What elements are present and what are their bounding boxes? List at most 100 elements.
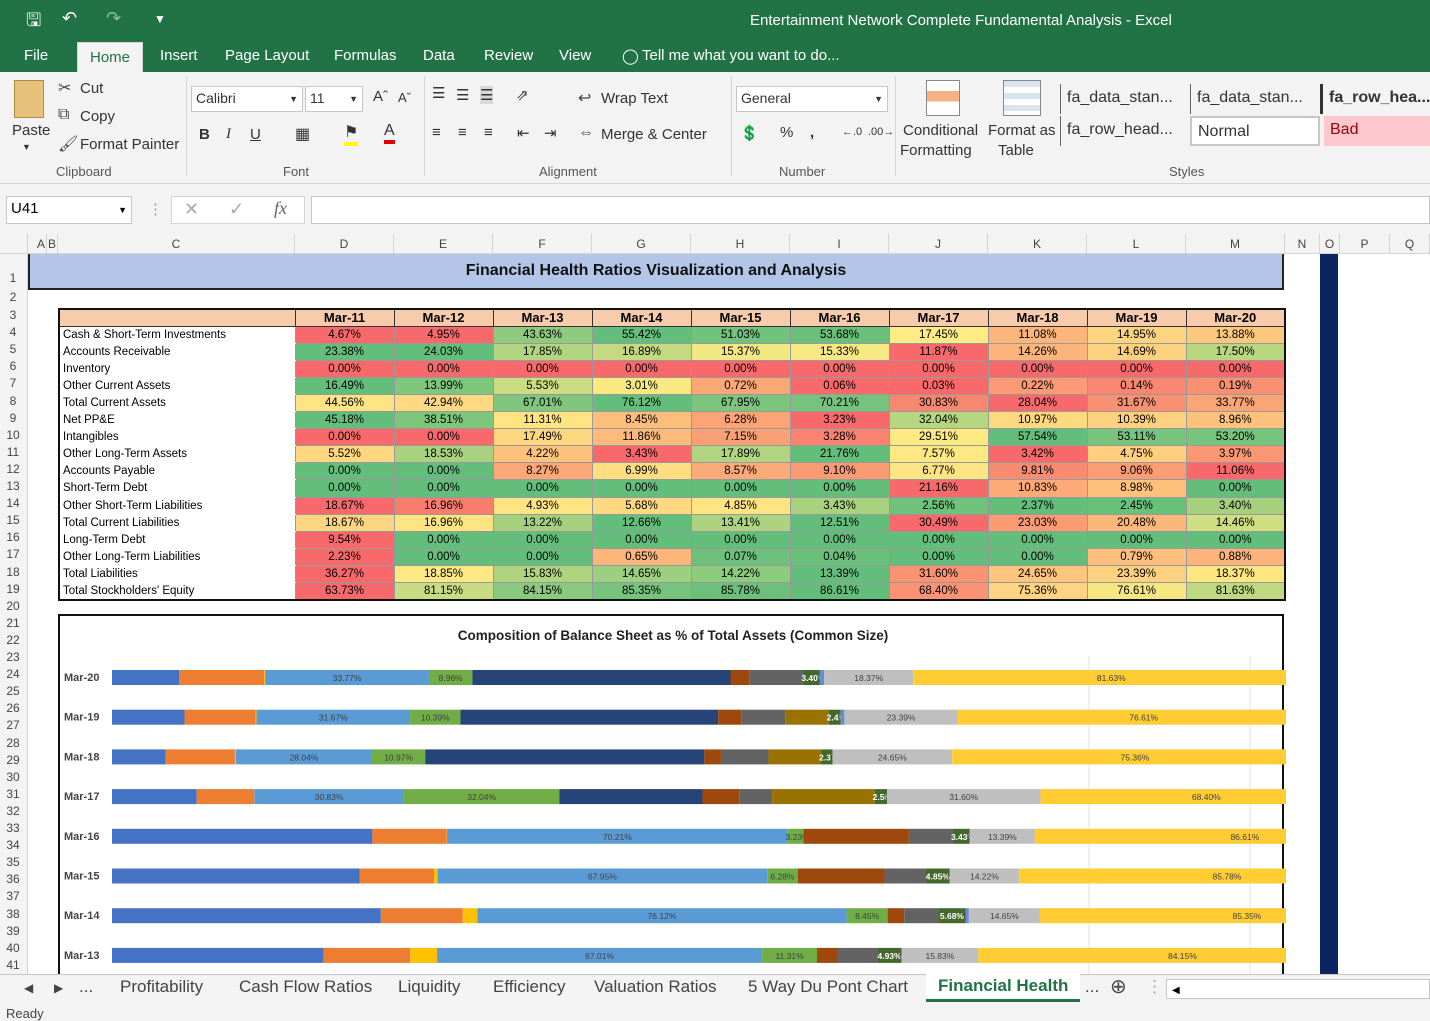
ratio-cell[interactable]: 24.65%	[987, 564, 1088, 584]
bar-segment[interactable]	[255, 709, 257, 725]
bar-segment[interactable]	[112, 947, 324, 963]
ratio-cell[interactable]: 18.67%	[294, 513, 395, 532]
ratio-cell[interactable]: 3.97%	[1185, 445, 1286, 464]
ratio-cell[interactable]: 45.18%	[294, 411, 395, 430]
ratio-cell[interactable]: 12.66%	[591, 513, 692, 532]
ratio-cell[interactable]: 23.03%	[987, 513, 1088, 532]
bar-segment[interactable]	[184, 709, 256, 725]
row-header-14[interactable]: 14	[0, 496, 26, 510]
bar-segment[interactable]	[112, 670, 180, 685]
ratio-cell[interactable]: 15.83%	[492, 564, 593, 584]
tab-file[interactable]: File	[24, 47, 48, 64]
grow-font-button[interactable]: Aˆ	[373, 88, 388, 105]
sheet-tab-valuation-ratios[interactable]: Valuation Ratios	[594, 977, 717, 997]
customize-qat-icon[interactable]: ▼	[154, 12, 166, 26]
ratio-cell[interactable]: 75.36%	[987, 581, 1088, 601]
ratio-cell[interactable]: 0.00%	[1086, 359, 1187, 378]
ratio-cell[interactable]: 3.01%	[591, 376, 692, 395]
name-box[interactable]: U41 ▼	[6, 196, 132, 224]
row-header-34[interactable]: 34	[0, 838, 26, 852]
cancel-icon[interactable]: ✕	[184, 199, 199, 220]
bar-segment[interactable]	[749, 670, 804, 685]
ratio-cell[interactable]: 6.77%	[888, 462, 989, 481]
shrink-font-button[interactable]: Aˇ	[398, 90, 411, 105]
bold-button[interactable]: B	[199, 126, 210, 143]
tab-review[interactable]: Review	[484, 47, 533, 64]
bar-segment[interactable]	[196, 789, 255, 805]
row-header-32[interactable]: 32	[0, 804, 26, 818]
ratio-cell[interactable]: 23.38%	[294, 342, 395, 361]
bar-segment[interactable]	[837, 947, 878, 963]
row-header-7[interactable]: 7	[0, 376, 26, 390]
sheet-tab-cash-flow-ratios[interactable]: Cash Flow Ratios	[239, 977, 372, 997]
formula-input[interactable]	[311, 196, 1430, 224]
ratio-cell[interactable]: 5.68%	[591, 496, 692, 515]
ratio-cell[interactable]: 53.11%	[1086, 428, 1187, 447]
style-fa-data-standard-2[interactable]: fa_data_stan...	[1190, 84, 1314, 114]
bar-segment[interactable]	[1040, 789, 1286, 805]
ratio-cell[interactable]: 0.00%	[987, 359, 1088, 378]
row-header-12[interactable]: 12	[0, 462, 26, 476]
row-label[interactable]: Accounts Payable	[58, 462, 296, 481]
conditional-formatting-label[interactable]: Conditional	[903, 122, 978, 139]
bar-segment[interactable]	[112, 868, 360, 884]
scroll-right-icon[interactable]: ▶	[54, 981, 63, 995]
ratio-cell[interactable]: 0.00%	[888, 530, 989, 549]
align-top-icon[interactable]: ☰	[432, 84, 445, 102]
bar-segment[interactable]	[112, 749, 166, 765]
bar-segment[interactable]	[410, 947, 438, 963]
more-tabs-left[interactable]: ...	[79, 977, 93, 997]
ratio-cell[interactable]: 9.81%	[987, 462, 1088, 481]
ratio-cell[interactable]: 11.08%	[987, 325, 1088, 344]
ratio-cell[interactable]: 16.49%	[294, 376, 395, 395]
year-header[interactable]: Mar-15	[690, 308, 791, 327]
year-header[interactable]: Mar-13	[492, 308, 593, 327]
ratio-cell[interactable]: 8.57%	[690, 462, 791, 481]
bar-segment[interactable]	[965, 908, 969, 924]
bar-segment[interactable]	[425, 749, 705, 765]
bar-segment[interactable]	[797, 868, 885, 884]
paste-dropdown-icon[interactable]: ▼	[22, 142, 31, 152]
ratio-cell[interactable]: 5.52%	[294, 445, 395, 464]
bar-segment[interactable]	[730, 670, 750, 685]
row-header-3[interactable]: 3	[0, 308, 26, 322]
insert-function-icon[interactable]: fx	[274, 198, 287, 219]
ratio-cell[interactable]: 0.04%	[789, 547, 890, 566]
tab-formulas[interactable]: Formulas	[334, 47, 397, 64]
bar-segment[interactable]	[768, 749, 822, 765]
style-normal[interactable]: Normal	[1190, 116, 1320, 146]
ratio-cell[interactable]: 17.50%	[1185, 342, 1286, 361]
more-tabs-right[interactable]: ...	[1085, 977, 1099, 997]
row-label[interactable]: Short-Term Debt	[58, 479, 296, 498]
increase-indent-icon[interactable]: ⇥	[544, 124, 557, 142]
style-bad[interactable]: Bad	[1324, 116, 1430, 146]
tab-view[interactable]: View	[559, 47, 591, 64]
ratio-cell[interactable]: 13.41%	[690, 513, 791, 532]
ratio-cell[interactable]: 36.27%	[294, 564, 395, 584]
ratio-cell[interactable]: 0.00%	[393, 462, 494, 481]
sheet-tab-profitability[interactable]: Profitability	[120, 977, 203, 997]
ratio-cell[interactable]: 0.00%	[393, 530, 494, 549]
style-fa-data-standard-1[interactable]: fa_data_stan...	[1060, 84, 1184, 114]
row-header-13[interactable]: 13	[0, 479, 26, 493]
year-header[interactable]: Mar-16	[789, 308, 890, 327]
row-label[interactable]: Total Current Liabilities	[58, 513, 296, 532]
bar-segment[interactable]	[739, 789, 773, 805]
column-header-i[interactable]: I	[790, 234, 889, 254]
row-header-6[interactable]: 6	[0, 359, 26, 373]
column-header-o[interactable]: O	[1320, 234, 1340, 254]
column-header-b[interactable]: B	[47, 234, 58, 254]
ratio-cell[interactable]: 0.00%	[690, 479, 791, 498]
ratio-cell[interactable]: 84.15%	[492, 581, 593, 601]
ratio-cell[interactable]: 14.46%	[1185, 513, 1286, 532]
ratio-cell[interactable]: 85.78%	[690, 581, 791, 601]
table-header-blank[interactable]	[58, 308, 296, 327]
ratio-cell[interactable]: 0.00%	[591, 359, 692, 378]
ratio-cell[interactable]: 0.00%	[393, 428, 494, 447]
ratio-cell[interactable]: 67.01%	[492, 393, 593, 413]
row-label[interactable]: Other Long-Term Assets	[58, 445, 296, 464]
column-header-g[interactable]: G	[592, 234, 691, 254]
row-header-11[interactable]: 11	[0, 445, 26, 459]
ratio-cell[interactable]: 29.51%	[888, 428, 989, 447]
bar-segment[interactable]	[720, 749, 769, 765]
